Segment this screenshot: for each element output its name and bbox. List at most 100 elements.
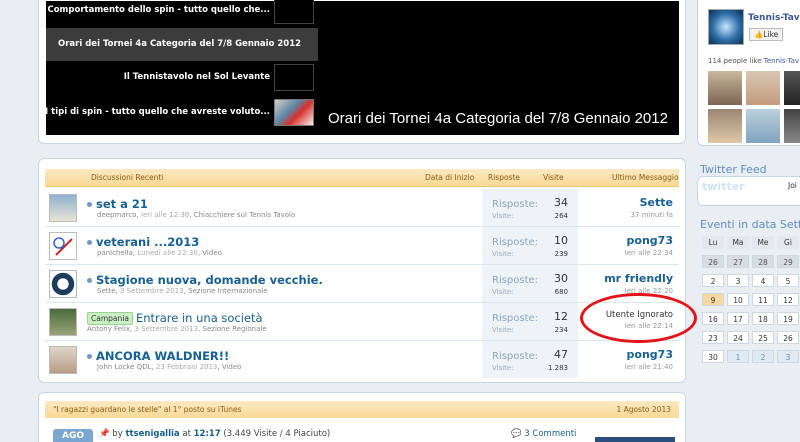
discussion-title[interactable]: set a 21 [87,197,148,211]
calendar-day[interactable]: 2 [752,350,774,363]
racket-logo-icon [53,237,73,256]
slide-item-spin-behavior[interactable]: Comportamento dello spin - tutto quello … [46,0,318,27]
replies-label: Risposte: [492,275,539,286]
calendar-day[interactable]: 29 [777,255,799,268]
calendar-day[interactable]: 18 [752,312,774,325]
comments-link[interactable]: 💬 3 Commenti [511,429,576,439]
views-count: 264 [554,212,568,220]
last-message-user[interactable]: pong73 [625,348,673,361]
facebook-page-link[interactable]: Tennis-Tav [764,57,799,65]
calendar-day[interactable]: 5 [777,274,799,287]
slide-main-image[interactable]: Orari dei Tornei 4a Categoria del 7/8 Ge… [318,1,679,135]
discussion-meta: John Locke QDL, 23 Febbraio 2013, Video [97,363,242,371]
discussion-title[interactable]: Stagione nuova, domande vecchie. [87,273,323,287]
comment-bubble-icon: 💬 [511,429,522,439]
replies-count: 30 [554,272,568,285]
replies-label: Risposte: [492,351,539,362]
calendar-day[interactable]: 16 [702,312,724,325]
discussion-title[interactable]: Campania Entrare in una società [87,311,263,325]
calendar-day[interactable]: 19 [777,312,799,325]
fan-avatar[interactable] [746,71,780,105]
facebook-like-button[interactable]: 👍Like [749,28,784,41]
calendar-day[interactable]: 12 [777,293,799,306]
header-views[interactable]: Visite [543,169,564,187]
post-stats: (3.449 Visite / 4 Piaciuto) [223,429,331,439]
forum-link[interactable]: Video [222,363,242,371]
avatar[interactable] [49,346,77,374]
calendar-day[interactable]: 23 [702,331,724,344]
thumbs-up-icon: 👍 [754,30,764,39]
post-info: 📌 by ttsenigallia at 12:17 (3.449 Visite… [99,429,330,439]
calendar-day[interactable]: 1 [727,350,749,363]
calendar-day[interactable]: 27 [727,255,749,268]
calendar-day[interactable]: 11 [752,293,774,306]
fan-avatar[interactable] [784,109,800,143]
header-replies[interactable]: Risposte [488,169,520,187]
last-message-user[interactable]: Sette [631,196,673,209]
fan-avatar[interactable] [746,109,780,143]
news-date: 1 Agosto 2013 [616,405,671,414]
calendar-day[interactable]: 26 [702,255,724,268]
start-date: 3 Settembre 2013 [120,287,184,295]
weekday-header: Me [752,236,774,249]
author-link[interactable]: Sette [97,287,116,295]
author-link[interactable]: Antony Felix [87,325,130,333]
avatar[interactable] [49,308,77,336]
pin-icon: 📌 [99,429,110,439]
calendar-day[interactable]: 10 [727,293,749,306]
discussion-meta: deepmarco, Ieri alle 12:38, Chiacchiere … [97,211,296,219]
news-header: "I ragazzi guardano le stelle" al 1° pos… [45,401,679,418]
header-last-message[interactable]: Ultimo Messaggio [612,169,679,187]
calendar-day[interactable]: 28 [752,255,774,268]
like-label: Like [763,30,779,39]
calendar-day[interactable]: 26 [777,331,799,344]
avatar[interactable] [49,194,77,222]
post-author-link[interactable]: ttsenigallia [125,429,179,439]
twitter-feed-box: twitter Joi [697,176,800,206]
news-title[interactable]: "I ragazzi guardano le stelle" al 1° pos… [53,401,241,418]
last-message-user[interactable]: pong73 [625,234,673,247]
slide-item-spin-types[interactable]: I tipi di spin - tutto quello che avrest… [45,96,318,129]
news-thumbnail [595,437,675,442]
avatar[interactable] [49,270,77,298]
region-tag[interactable]: Campania [87,312,133,325]
twitter-join-link[interactable]: Joi [788,181,797,190]
avatar[interactable] [49,232,77,260]
forum-link[interactable]: Video [202,249,222,257]
page-logo[interactable] [708,9,744,45]
forum-link[interactable]: Sezione Regionale [203,325,267,333]
calendar-day[interactable]: 3 [777,350,799,363]
header-start-date[interactable]: Data di Inizio [425,169,474,187]
author-link[interactable]: John Locke QDL [97,363,152,371]
fan-avatar[interactable] [784,71,800,105]
twitter-logo: twitter [702,180,745,193]
author-link[interactable]: panichella [97,249,133,257]
unread-bullet-icon [87,202,92,207]
discussion-title[interactable]: veterani ...2013 [87,235,199,249]
author-link[interactable]: deepmarco [97,211,136,219]
slide-item-tournament-schedule[interactable]: Orari dei Tornei 4a Categoria del 7/8 Ge… [46,28,318,61]
discussion-row: ANCORA WALDNER!! John Locke QDL, 23 Febb… [45,341,679,379]
slide-thumbnail [274,64,314,91]
views-count: 234 [554,326,568,334]
facebook-page-name[interactable]: Tennis-Tavo [748,13,800,23]
slide-thumbnail [274,99,314,126]
calendar-day-today[interactable]: 9 [702,293,724,306]
calendar-day[interactable]: 24 [727,331,749,344]
fan-avatar[interactable] [708,71,742,105]
forum-link[interactable]: Chiacchiere sul Tennis Tavolo [194,211,296,219]
discussions-header: Discussioni Recenti Data di Inizio Rispo… [45,169,679,187]
calendar-day[interactable]: 17 [727,312,749,325]
featured-slider-panel: Comportamento dello spin - tutto quello … [38,0,686,144]
last-message-time: Ieri alle 21:40 [624,363,673,371]
calendar-day[interactable]: 30 [702,350,724,363]
calendar-day[interactable]: 2 [702,274,724,287]
discussion-title[interactable]: ANCORA WALDNER!! [87,349,229,363]
last-message-user[interactable]: mr friendly [604,272,673,285]
calendar-day[interactable]: 4 [752,274,774,287]
calendar-day[interactable]: 25 [752,331,774,344]
fan-avatar[interactable] [708,109,742,143]
forum-link[interactable]: Sezione Internazionale [188,287,268,295]
slide-item-sol-levante[interactable]: Il Tennistavolo nel Sol Levante [46,61,318,94]
calendar-day[interactable]: 3 [727,274,749,287]
